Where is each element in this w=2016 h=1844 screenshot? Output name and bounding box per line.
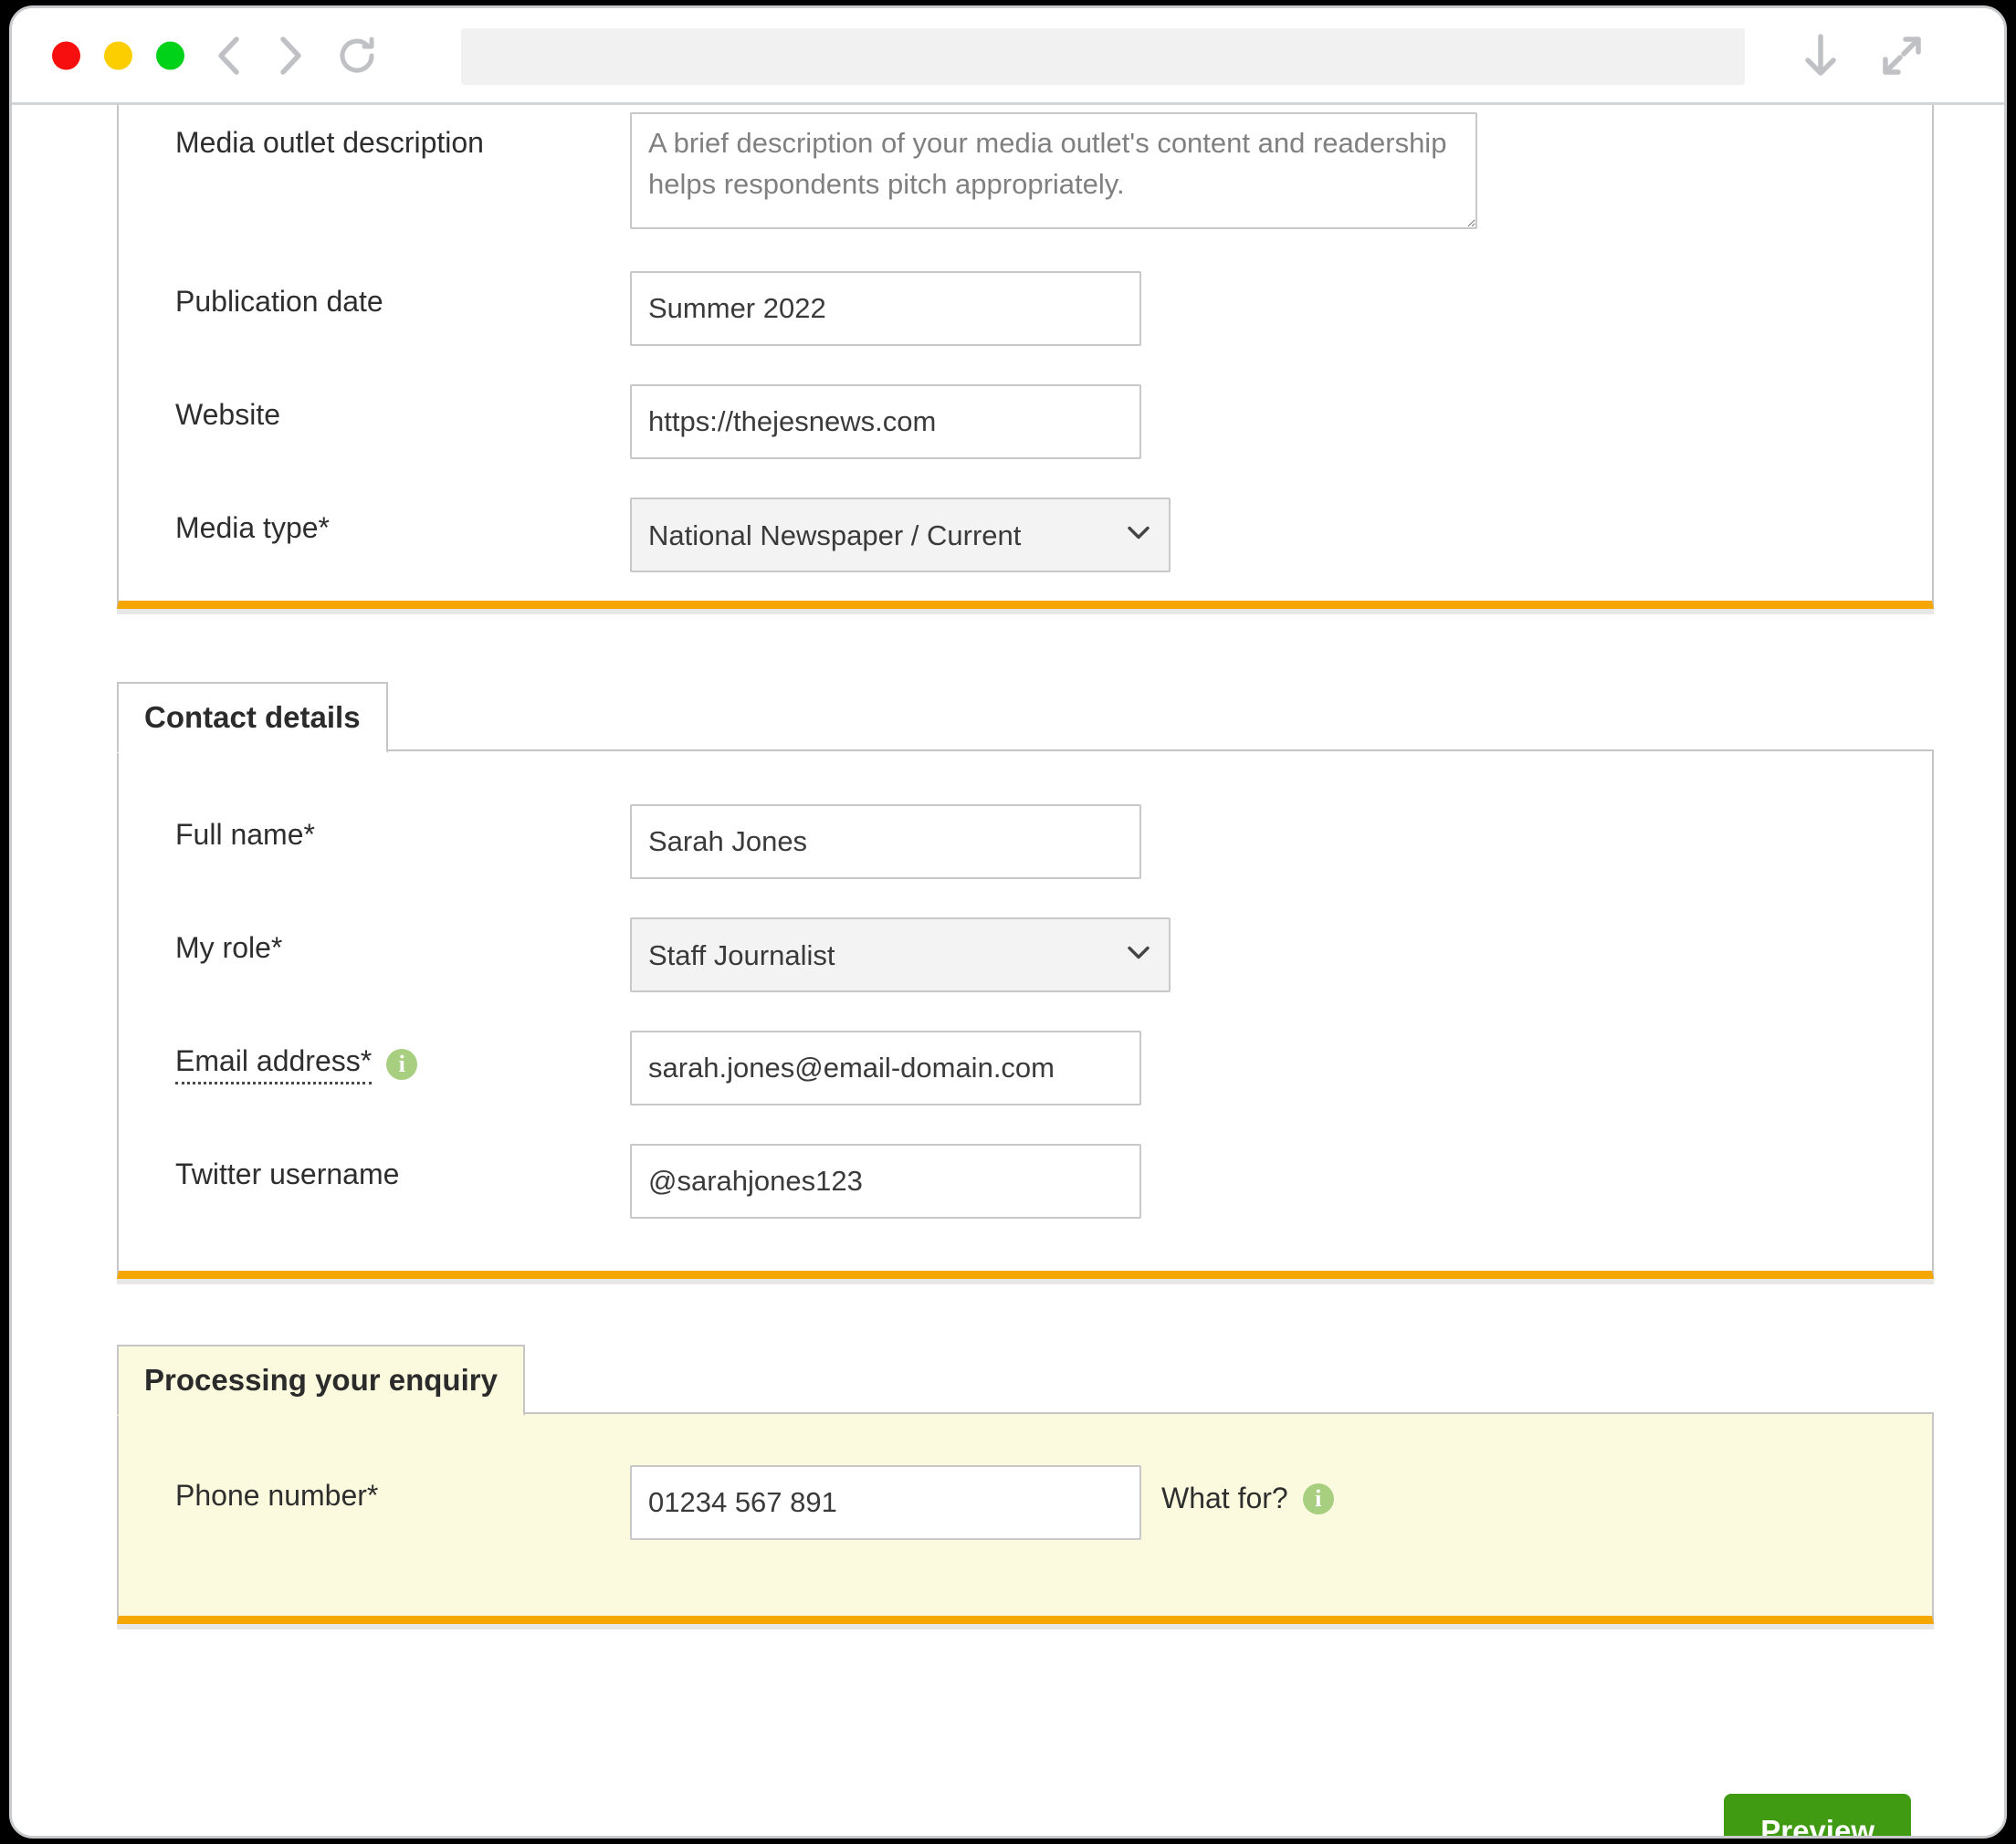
panel-contact-details: Contact details Full name* My role* Staf… bbox=[117, 682, 1934, 1279]
form-row-my-role: My role* Staff Journalist bbox=[119, 917, 1932, 992]
label-full-name: Full name* bbox=[119, 804, 630, 852]
close-window-button[interactable] bbox=[52, 41, 80, 69]
field-label-text: Website bbox=[175, 398, 281, 431]
form-row-twitter-username: Twitter username bbox=[119, 1144, 1932, 1219]
preview-button[interactable]: Preview bbox=[1724, 1794, 1911, 1836]
field-label-text: Publication date bbox=[175, 285, 383, 318]
label-media-type: Media type* bbox=[119, 498, 630, 545]
label-media-outlet-description: Media outlet description bbox=[119, 112, 630, 160]
legend-contact-details: Contact details bbox=[117, 682, 388, 753]
full-name-input[interactable] bbox=[630, 804, 1141, 879]
legend-text: Processing your enquiry bbox=[144, 1363, 498, 1397]
form-row-email-address: Email address* i bbox=[119, 1031, 1932, 1105]
navigation-icons bbox=[211, 34, 379, 78]
form-row-media-outlet-description: Media outlet description bbox=[119, 112, 1932, 229]
form-row-phone-number: Phone number* What for? i bbox=[119, 1465, 1932, 1540]
field-label-text: Phone number* bbox=[175, 1479, 379, 1512]
panel-media-outlet: Media outlet description Publication dat… bbox=[117, 105, 1934, 609]
label-twitter-username: Twitter username bbox=[119, 1144, 630, 1191]
media-outlet-description-textarea[interactable] bbox=[630, 112, 1477, 229]
legend-text: Contact details bbox=[144, 700, 361, 734]
media-type-select[interactable]: National Newspaper / Current bbox=[630, 498, 1171, 572]
address-bar[interactable] bbox=[461, 28, 1745, 85]
browser-toolbar bbox=[12, 8, 2004, 105]
info-icon[interactable]: i bbox=[386, 1048, 418, 1080]
minimize-window-button[interactable] bbox=[104, 41, 132, 69]
field-label-text[interactable]: Email address* bbox=[175, 1043, 373, 1085]
browser-window: Media outlet description Publication dat… bbox=[9, 5, 2007, 1839]
panel-processing-enquiry: Processing your enquiry Phone number* Wh… bbox=[117, 1345, 1934, 1624]
page-viewport: Media outlet description Publication dat… bbox=[12, 105, 2004, 1836]
download-arrow-icon[interactable] bbox=[1801, 32, 1840, 79]
what-for-tooltip-trigger[interactable]: What for? i bbox=[1161, 1465, 1334, 1515]
window-controls bbox=[52, 41, 184, 69]
form-row-website: Website bbox=[119, 384, 1932, 459]
email-address-input[interactable] bbox=[630, 1031, 1141, 1105]
form-row-publication-date: Publication date bbox=[119, 271, 1932, 346]
phone-number-input[interactable] bbox=[630, 1465, 1141, 1540]
field-label-text: Full name* bbox=[175, 818, 315, 851]
field-label-text: Twitter username bbox=[175, 1158, 400, 1190]
form-row-media-type: Media type* National Newspaper / Current bbox=[119, 498, 1932, 572]
what-for-label: What for? bbox=[1161, 1482, 1288, 1514]
twitter-username-input[interactable] bbox=[630, 1144, 1141, 1219]
maximize-window-button[interactable] bbox=[156, 41, 184, 69]
field-label-text: My role* bbox=[175, 931, 283, 964]
chevron-right-icon[interactable] bbox=[273, 35, 308, 77]
label-publication-date: Publication date bbox=[119, 271, 630, 319]
field-label-text: Media outlet description bbox=[175, 126, 484, 159]
legend-processing-enquiry: Processing your enquiry bbox=[117, 1345, 525, 1416]
reload-icon[interactable] bbox=[335, 34, 379, 78]
label-phone-number: Phone number* bbox=[119, 1465, 630, 1513]
expand-arrows-icon[interactable] bbox=[1880, 34, 1924, 78]
media-type-select-wrap: National Newspaper / Current bbox=[630, 498, 1171, 572]
publication-date-input[interactable] bbox=[630, 271, 1141, 346]
chevron-left-icon[interactable] bbox=[211, 35, 246, 77]
label-email-address: Email address* i bbox=[119, 1031, 630, 1085]
label-my-role: My role* bbox=[119, 917, 630, 965]
website-input[interactable] bbox=[630, 384, 1141, 459]
label-website: Website bbox=[119, 384, 630, 432]
toolbar-right-icons bbox=[1801, 32, 1964, 79]
my-role-select[interactable]: Staff Journalist bbox=[630, 917, 1171, 992]
info-icon[interactable]: i bbox=[1302, 1483, 1334, 1514]
form-row-full-name: Full name* bbox=[119, 804, 1932, 879]
my-role-select-wrap: Staff Journalist bbox=[630, 917, 1171, 992]
field-label-text: Media type* bbox=[175, 511, 330, 544]
